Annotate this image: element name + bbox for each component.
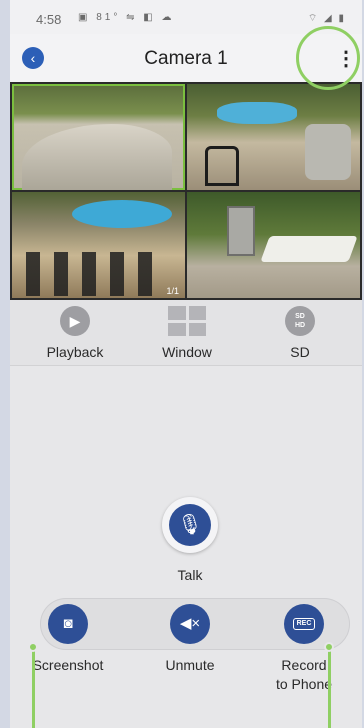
playback-button[interactable]: ▶ Playback: [30, 306, 120, 360]
callout-line-right: [328, 648, 331, 728]
pool-scene: [72, 200, 172, 228]
talk-control: 🎙 Talk: [160, 497, 220, 583]
record-icon: REC: [284, 604, 324, 644]
feature-bar: ▶ Playback Window SD HD SD: [10, 300, 362, 366]
window-label: Window: [162, 344, 212, 360]
status-time: 4:58: [36, 12, 62, 27]
sd-label: SD: [290, 344, 310, 360]
playback-label: Playback: [46, 344, 104, 360]
callout-line-left: [32, 648, 35, 728]
grid-icon: [168, 306, 206, 336]
speaker-muted-icon: ◀×: [170, 604, 210, 644]
window-button[interactable]: Window: [142, 306, 232, 360]
camera-view-4[interactable]: [187, 192, 360, 298]
camera-view-3[interactable]: 1/1: [12, 192, 185, 298]
patio-chair-scene: [205, 146, 239, 186]
record-label-line1: Record: [281, 657, 327, 673]
driveway-scene: [22, 124, 172, 190]
page-indicator: 1/1: [166, 286, 179, 296]
pool-scene: [217, 102, 297, 124]
hd-glyph: HD: [294, 322, 306, 329]
patio-chairs-scene: [26, 252, 166, 296]
grill-cover-scene: [305, 124, 351, 180]
camera-grid: 1/1: [10, 82, 362, 300]
camera-view-1[interactable]: [12, 84, 185, 190]
rec-badge: REC: [292, 618, 316, 631]
phone-screen: 4:58 ▣ 81° ⇋ ◧ ☁ ⌔ ◢ ▮ ‹ Camera 1 ⋮ 1/1 …: [10, 0, 362, 728]
unmute-label: Unmute: [165, 657, 215, 673]
callout-dot-right: [324, 642, 334, 652]
talk-button[interactable]: 🎙: [162, 497, 218, 553]
status-system-icons: ⌔ ◢ ▮: [307, 13, 346, 24]
camera-view-2[interactable]: [187, 84, 360, 190]
record-label-line2: to Phone: [275, 676, 333, 692]
talk-label: Talk: [177, 567, 203, 583]
status-bar: 4:58 ▣ 81° ⇋ ◧ ☁ ⌔ ◢ ▮: [10, 0, 362, 34]
unmute-button[interactable]: ◀× Unmute: [140, 604, 240, 675]
status-notification-icons: ▣ 81° ⇋ ◧ ☁: [78, 12, 175, 23]
record-to-phone-button[interactable]: REC Record to Phone: [254, 604, 354, 694]
sd-button[interactable]: SD HD SD: [255, 306, 345, 360]
grill-scene: [227, 206, 255, 256]
camera-icon: ◙: [48, 604, 88, 644]
sd-hd-icon: SD HD: [285, 306, 315, 336]
sd-glyph: SD: [295, 313, 305, 320]
microphone-icon: 🎙: [169, 504, 211, 546]
callout-dot-left: [28, 642, 38, 652]
lounger-scene: [260, 236, 358, 262]
highlight-ring: [296, 26, 360, 90]
record-label: Record to Phone: [254, 656, 354, 694]
play-icon: ▶: [60, 306, 90, 336]
